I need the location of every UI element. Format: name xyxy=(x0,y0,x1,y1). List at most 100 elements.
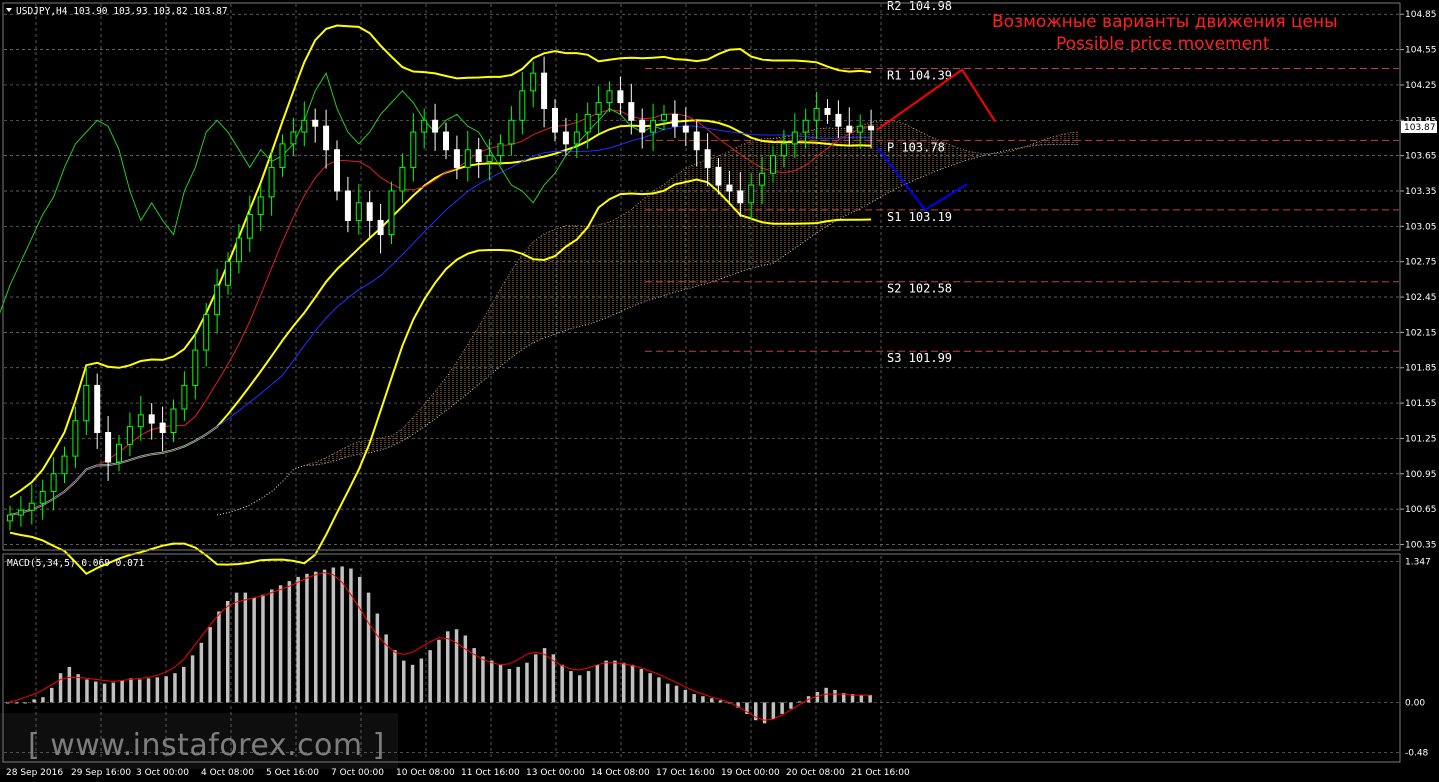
price-tick-label: 101.55 xyxy=(1405,399,1437,409)
candle-body xyxy=(268,166,275,198)
candle-body xyxy=(83,384,90,422)
macd-bar xyxy=(375,613,380,703)
candle-body xyxy=(748,184,755,204)
macd-bar xyxy=(287,581,292,703)
macd-bar xyxy=(859,695,864,703)
macd-bar xyxy=(111,682,116,703)
macd-bar xyxy=(833,689,837,703)
macd-bar xyxy=(120,680,124,703)
candle-body xyxy=(682,125,689,133)
candle-body xyxy=(50,473,57,492)
candle-body xyxy=(257,196,264,216)
candle-body xyxy=(693,131,700,151)
macd-bar xyxy=(366,592,371,703)
price-tick-label: 100.35 xyxy=(1405,540,1437,550)
macd-bar xyxy=(358,576,362,703)
candle-body xyxy=(671,113,678,127)
macd-bar xyxy=(692,694,696,703)
candle-body xyxy=(497,143,504,157)
candle-body xyxy=(639,119,646,133)
macd-bar xyxy=(701,696,705,703)
candle-body xyxy=(770,155,776,174)
macd-bar xyxy=(67,666,72,703)
macd-tick-label: -0.48 xyxy=(1405,749,1429,759)
candle-body xyxy=(421,119,428,133)
macd-bar xyxy=(32,699,36,703)
price-tick-label: 104.55 xyxy=(1405,46,1437,56)
annotation-russian: Возможные варианты движения цены xyxy=(992,12,1338,32)
price-tick-label: 102.45 xyxy=(1405,293,1437,303)
candle-body xyxy=(726,184,733,192)
candle-body xyxy=(606,90,613,104)
candle-body xyxy=(562,131,569,145)
macd-bar xyxy=(481,656,485,703)
time-label: 5 Oct 16:00 xyxy=(266,768,319,778)
candle-body xyxy=(868,125,875,131)
macd-bar xyxy=(630,664,635,703)
candle-body xyxy=(61,455,68,475)
macd-bar xyxy=(657,677,661,703)
candle-body xyxy=(181,384,188,410)
macd-bar xyxy=(50,687,54,703)
candle-body xyxy=(584,113,591,133)
candle-body xyxy=(661,113,667,121)
watermark: [ www.instaforex.com ] xyxy=(28,728,385,763)
candle-body xyxy=(519,90,526,121)
macd-bar xyxy=(314,571,318,703)
macd-tick-label: 0.00 xyxy=(1405,698,1425,708)
macd-bar xyxy=(718,700,723,703)
candle-body xyxy=(170,408,177,434)
price-tick-label: 102.75 xyxy=(1405,258,1437,268)
time-label: 4 Oct 08:00 xyxy=(201,768,254,778)
macd-bar xyxy=(824,687,828,703)
macd-bar xyxy=(613,660,617,703)
candle-body xyxy=(453,149,460,168)
macd-bar xyxy=(146,678,151,703)
candle-body xyxy=(530,72,537,92)
candle-body xyxy=(290,131,297,145)
pivot-label: S2 102.58 xyxy=(887,282,952,296)
macd-bar xyxy=(208,627,212,703)
macd-bar xyxy=(868,695,872,703)
macd-bar xyxy=(639,668,644,703)
macd-bar xyxy=(199,642,204,703)
macd-bar xyxy=(463,635,468,703)
pivot-label: R1 104.39 xyxy=(887,68,952,82)
candle-body xyxy=(704,149,711,168)
candle-body xyxy=(399,166,406,192)
price-tick-label: 103.35 xyxy=(1405,187,1437,197)
candle-body xyxy=(72,420,79,457)
candle-body xyxy=(410,131,417,168)
candle-body xyxy=(432,119,439,133)
price-tick-label: 101.85 xyxy=(1405,364,1437,374)
candle-body xyxy=(573,131,580,145)
candle-body xyxy=(366,202,373,221)
time-label: 29 Sep 16:00 xyxy=(71,768,131,778)
macd-bar xyxy=(41,697,45,703)
candle-body xyxy=(301,119,308,133)
macd-bar xyxy=(402,660,406,703)
candle-body xyxy=(541,72,548,110)
macd-bar xyxy=(586,671,591,703)
candle-body xyxy=(355,202,362,221)
macd-bar xyxy=(129,678,133,703)
price-tick-label: 100.95 xyxy=(1405,470,1437,480)
candle-body xyxy=(824,108,831,115)
macd-bar xyxy=(331,567,336,703)
macd-bar xyxy=(58,673,63,703)
macd-bar xyxy=(138,679,142,703)
macd-bar xyxy=(542,648,547,703)
candle-body xyxy=(846,125,853,133)
candle-body xyxy=(235,237,242,263)
candle-body xyxy=(312,119,319,127)
macd-bar xyxy=(14,702,19,704)
candle-body xyxy=(334,149,340,192)
current-price-label: 103.87 xyxy=(1404,123,1436,133)
macd-bar xyxy=(560,664,564,703)
macd-bar xyxy=(516,666,520,703)
candle-body xyxy=(628,102,635,121)
macd-bar xyxy=(472,648,476,703)
candle-body xyxy=(377,219,384,236)
macd-label: MACD(5,34,5) 0.069 0.071 xyxy=(7,558,145,569)
macd-bar xyxy=(507,668,512,703)
